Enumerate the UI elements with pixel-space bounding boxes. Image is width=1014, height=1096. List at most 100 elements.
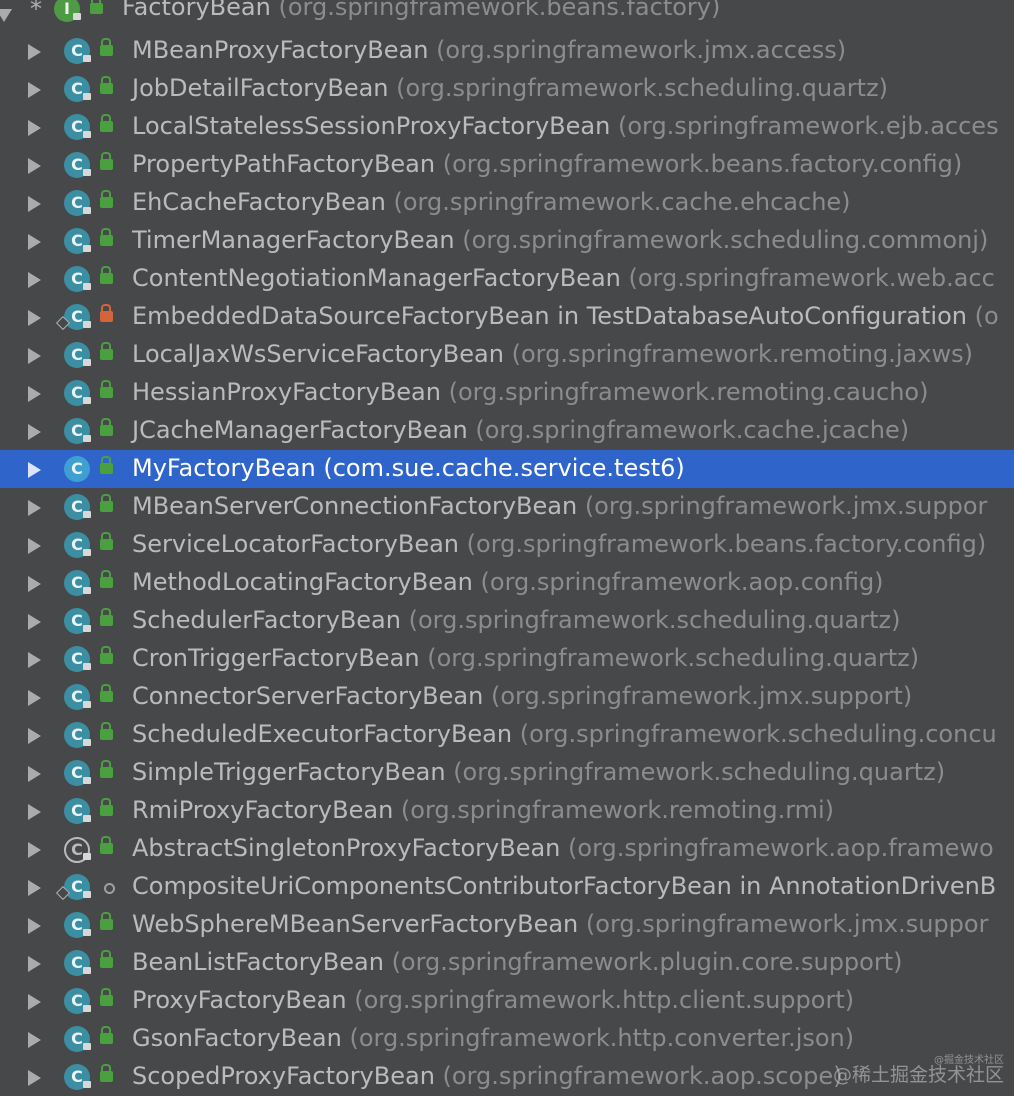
tree-row-label: FactoryBean (org.springframework.beans.f… — [122, 0, 720, 21]
expand-arrow-icon[interactable] — [28, 652, 41, 668]
public-lock-icon — [100, 532, 113, 550]
tree-row[interactable]: C BeanListFactoryBean (org.springframewo… — [0, 944, 1014, 982]
expand-arrow-icon[interactable] — [28, 1032, 41, 1048]
tree-row[interactable]: C MBeanServerConnectionFactoryBean (org.… — [0, 488, 1014, 526]
expand-arrow-icon[interactable] — [28, 1070, 41, 1086]
expand-down-icon[interactable] — [0, 9, 12, 22]
expand-arrow-icon[interactable] — [28, 538, 41, 554]
watermark: @掘金技术社区 @稀土掘金技术社区 — [832, 1055, 1004, 1087]
tree-row-label: MBeanProxyFactoryBean (org.springframewo… — [132, 36, 846, 64]
tree-row[interactable]: C JCacheManagerFactoryBean (org.springfr… — [0, 412, 1014, 450]
protected-lock-icon — [100, 304, 113, 322]
expand-arrow-icon[interactable] — [28, 348, 41, 364]
lock-overlay-icon — [83, 587, 91, 594]
type-name: ConnectorServerFactoryBean — [132, 682, 484, 710]
public-lock-icon — [100, 266, 113, 284]
type-name: AbstractSingletonProxyFactoryBean — [132, 834, 561, 862]
tree-row-root[interactable]: * I FactoryBean (org.springframework.bea… — [0, 0, 1014, 32]
package-name: (org.springframework.aop.config) — [480, 568, 884, 596]
expand-arrow-icon[interactable] — [28, 386, 41, 402]
expand-arrow-icon[interactable] — [28, 804, 41, 820]
package-name: (org.springframework.scheduling.commonj) — [462, 226, 989, 254]
tree-row[interactable]: C HessianProxyFactoryBean (org.springfra… — [0, 374, 1014, 412]
type-name: WebSphereMBeanServerFactoryBean — [132, 910, 579, 938]
tree-row[interactable]: C JobDetailFactoryBean (org.springframew… — [0, 70, 1014, 108]
lock-overlay-icon — [83, 169, 91, 176]
expand-arrow-icon[interactable] — [28, 766, 41, 782]
expand-arrow-icon[interactable] — [28, 234, 41, 250]
tree-row[interactable]: C SchedulerFactoryBean (org.springframew… — [0, 602, 1014, 640]
type-name: GsonFactoryBean — [132, 1024, 342, 1052]
lock-overlay-icon — [83, 815, 91, 822]
tree-row[interactable]: C MBeanProxyFactoryBean (org.springframe… — [0, 32, 1014, 70]
tree-row[interactable]: C EmbeddedDataSourceFactoryBean in TestD… — [0, 298, 1014, 336]
type-name: ScopedProxyFactoryBean — [132, 1062, 435, 1090]
tree-row[interactable]: C ScheduledExecutorFactoryBean (org.spri… — [0, 716, 1014, 754]
tree-row[interactable]: C LocalJaxWsServiceFactoryBean (org.spri… — [0, 336, 1014, 374]
public-lock-icon — [100, 114, 113, 132]
tree-row[interactable]: C ConnectorServerFactoryBean (org.spring… — [0, 678, 1014, 716]
expand-arrow-icon[interactable] — [28, 576, 41, 592]
lock-overlay-icon — [73, 13, 81, 20]
expand-arrow-icon[interactable] — [28, 880, 41, 896]
tree-row-label: EhCacheFactoryBean (org.springframework.… — [132, 188, 851, 216]
package-name: (com.sue.cache.service.test6) — [323, 454, 685, 482]
package-name: (org.springframework.http.converter.json… — [349, 1024, 855, 1052]
tree-row[interactable]: C TimerManagerFactoryBean (org.springfra… — [0, 222, 1014, 260]
watermark-text: @稀土掘金技术社区 — [832, 1064, 1004, 1087]
expand-arrow-icon[interactable] — [28, 120, 41, 136]
expand-arrow-icon[interactable] — [28, 196, 41, 212]
public-lock-icon — [100, 988, 113, 1006]
expand-arrow-icon[interactable] — [28, 500, 41, 516]
lock-overlay-icon — [83, 207, 91, 214]
package-name: (org.springframework.jmx.support) — [490, 682, 913, 710]
expand-arrow-icon[interactable] — [28, 310, 41, 326]
tree-row[interactable]: C LocalStatelessSessionProxyFactoryBean … — [0, 108, 1014, 146]
package-name: (org.springframework.aop.scope) — [442, 1062, 843, 1090]
expand-arrow-icon[interactable] — [28, 614, 41, 630]
tree-row[interactable]: C PropertyPathFactoryBean (org.springfra… — [0, 146, 1014, 184]
tree-row[interactable]: C RmiProxyFactoryBean (org.springframewo… — [0, 792, 1014, 830]
expand-arrow-icon[interactable] — [28, 272, 41, 288]
public-lock-icon — [100, 152, 113, 170]
expand-arrow-icon[interactable] — [28, 918, 41, 934]
tree-row[interactable]: C SimpleTriggerFactoryBean (org.springfr… — [0, 754, 1014, 792]
tree-row[interactable]: C ContentNegotiationManagerFactoryBean (… — [0, 260, 1014, 298]
tree-row[interactable]: C EhCacheFactoryBean (org.springframewor… — [0, 184, 1014, 222]
type-name: LocalStatelessSessionProxyFactoryBean — [132, 112, 611, 140]
lock-overlay-icon — [83, 283, 91, 290]
tree-row-label: CompositeUriComponentsContributorFactory… — [132, 872, 996, 900]
type-name: ProxyFactoryBean — [132, 986, 347, 1014]
package-name: (org.springframework.beans.factory) — [278, 0, 721, 21]
tree-row[interactable]: C ProxyFactoryBean (org.springframework.… — [0, 982, 1014, 1020]
tree-row[interactable]: C CronTriggerFactoryBean (org.springfram… — [0, 640, 1014, 678]
tree-row[interactable]: C ServiceLocatorFactoryBean (org.springf… — [0, 526, 1014, 564]
lock-overlay-icon — [83, 1043, 91, 1050]
tree-row-label: RmiProxyFactoryBean (org.springframework… — [132, 796, 834, 824]
public-lock-icon — [100, 1026, 113, 1044]
tree-row[interactable]: C WebSphereMBeanServerFactoryBean (org.s… — [0, 906, 1014, 944]
expand-arrow-icon[interactable] — [28, 462, 41, 478]
tree-row[interactable]: C AbstractSingletonProxyFactoryBean (org… — [0, 830, 1014, 868]
tree-row-label: AbstractSingletonProxyFactoryBean (org.s… — [132, 834, 994, 862]
expand-arrow-icon[interactable] — [28, 994, 41, 1010]
expand-arrow-icon[interactable] — [28, 728, 41, 744]
tree-row-label: HessianProxyFactoryBean (org.springframe… — [132, 378, 928, 406]
tree-row[interactable]: C MethodLocatingFactoryBean (org.springf… — [0, 564, 1014, 602]
expand-arrow-icon[interactable] — [28, 82, 41, 98]
expand-arrow-icon[interactable] — [28, 842, 41, 858]
tree-row-selected[interactable]: C MyFactoryBean (com.sue.cache.service.t… — [0, 450, 1014, 488]
type-name: JCacheManagerFactoryBean — [132, 416, 468, 444]
expand-arrow-icon[interactable] — [28, 956, 41, 972]
expand-arrow-icon[interactable] — [28, 424, 41, 440]
lock-overlay-icon — [83, 1005, 91, 1012]
expand-arrow-icon[interactable] — [28, 690, 41, 706]
package-name: (org.springframework.beans.factory.confi… — [442, 150, 963, 178]
tree-row[interactable]: C CompositeUriComponentsContributorFacto… — [0, 868, 1014, 906]
tree-row[interactable]: C GsonFactoryBean (org.springframework.h… — [0, 1020, 1014, 1058]
type-name: EhCacheFactoryBean — [132, 188, 386, 216]
public-lock-icon — [100, 570, 113, 588]
expand-arrow-icon[interactable] — [28, 44, 41, 60]
package-name: (org.springframework.jmx.suppor — [585, 910, 989, 938]
expand-arrow-icon[interactable] — [28, 158, 41, 174]
